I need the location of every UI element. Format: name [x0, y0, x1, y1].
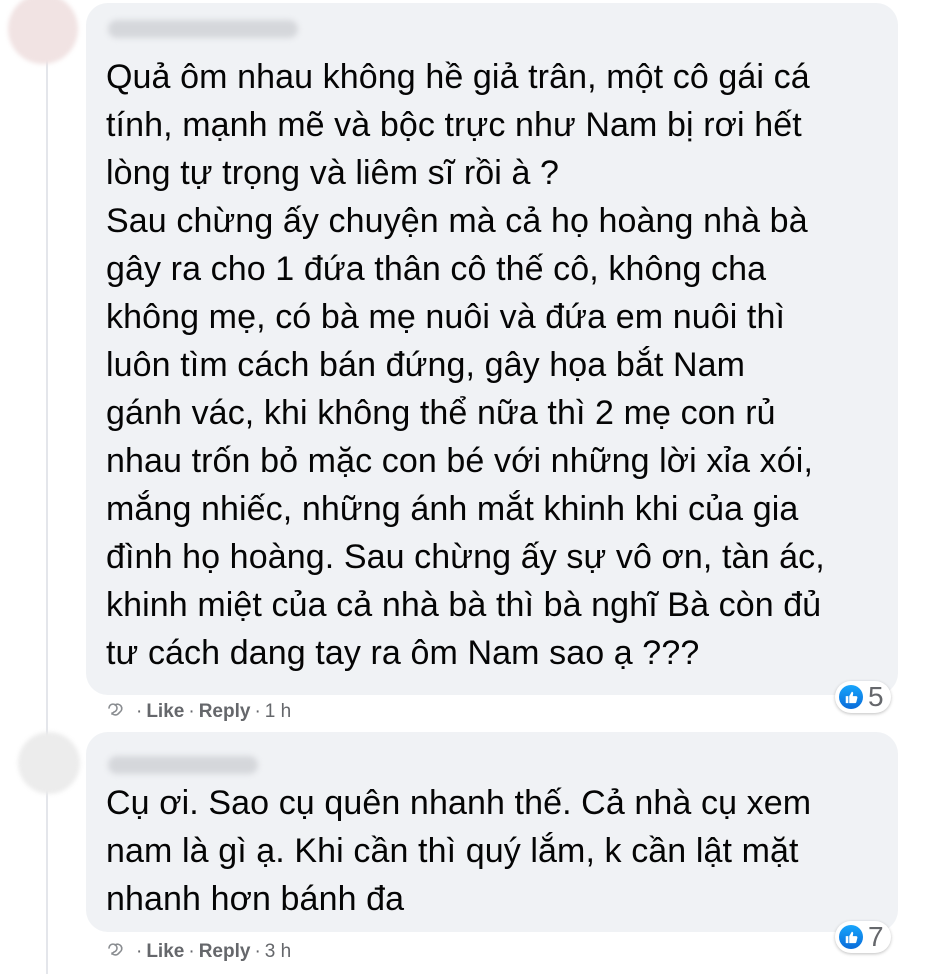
- thumbs-up-icon: [839, 925, 863, 949]
- separator: ·: [188, 941, 195, 962]
- commenter-name-blurred[interactable]: [108, 20, 298, 38]
- reaction-summary[interactable]: 5: [835, 681, 891, 713]
- translate-icon[interactable]: [104, 941, 126, 963]
- thumbs-up-icon: [839, 685, 863, 709]
- commenter-avatar-blurred[interactable]: [18, 732, 80, 794]
- commenter-name-blurred[interactable]: [108, 756, 258, 774]
- separator: ·: [254, 701, 261, 722]
- comment-actions: · Like · Reply · 3 h: [104, 938, 291, 966]
- comment-text: Cụ ơi. Sao cụ quên nhanh thế. Cả nhà cụ …: [106, 784, 812, 918]
- commenter-avatar-blurred[interactable]: [8, 0, 78, 64]
- like-button[interactable]: Like: [146, 941, 184, 963]
- reaction-count: 5: [868, 681, 884, 712]
- separator: ·: [254, 941, 261, 962]
- separator: ·: [188, 701, 195, 722]
- translate-icon[interactable]: [104, 701, 126, 723]
- separator: ·: [136, 941, 143, 962]
- thread-connector-line: [46, 60, 48, 974]
- comment-timestamp[interactable]: 3 h: [265, 941, 291, 963]
- comment-actions: · Like · Reply · 1 h: [104, 698, 291, 726]
- comment-timestamp[interactable]: 1 h: [265, 701, 291, 723]
- reaction-summary[interactable]: 7: [835, 921, 891, 953]
- reply-button[interactable]: Reply: [199, 941, 251, 963]
- separator: ·: [136, 701, 143, 722]
- reaction-count: 7: [868, 921, 884, 952]
- comment-text: Quả ôm nhau không hề giả trân, một cô gá…: [106, 58, 825, 672]
- like-button[interactable]: Like: [146, 701, 184, 723]
- reply-button[interactable]: Reply: [199, 701, 251, 723]
